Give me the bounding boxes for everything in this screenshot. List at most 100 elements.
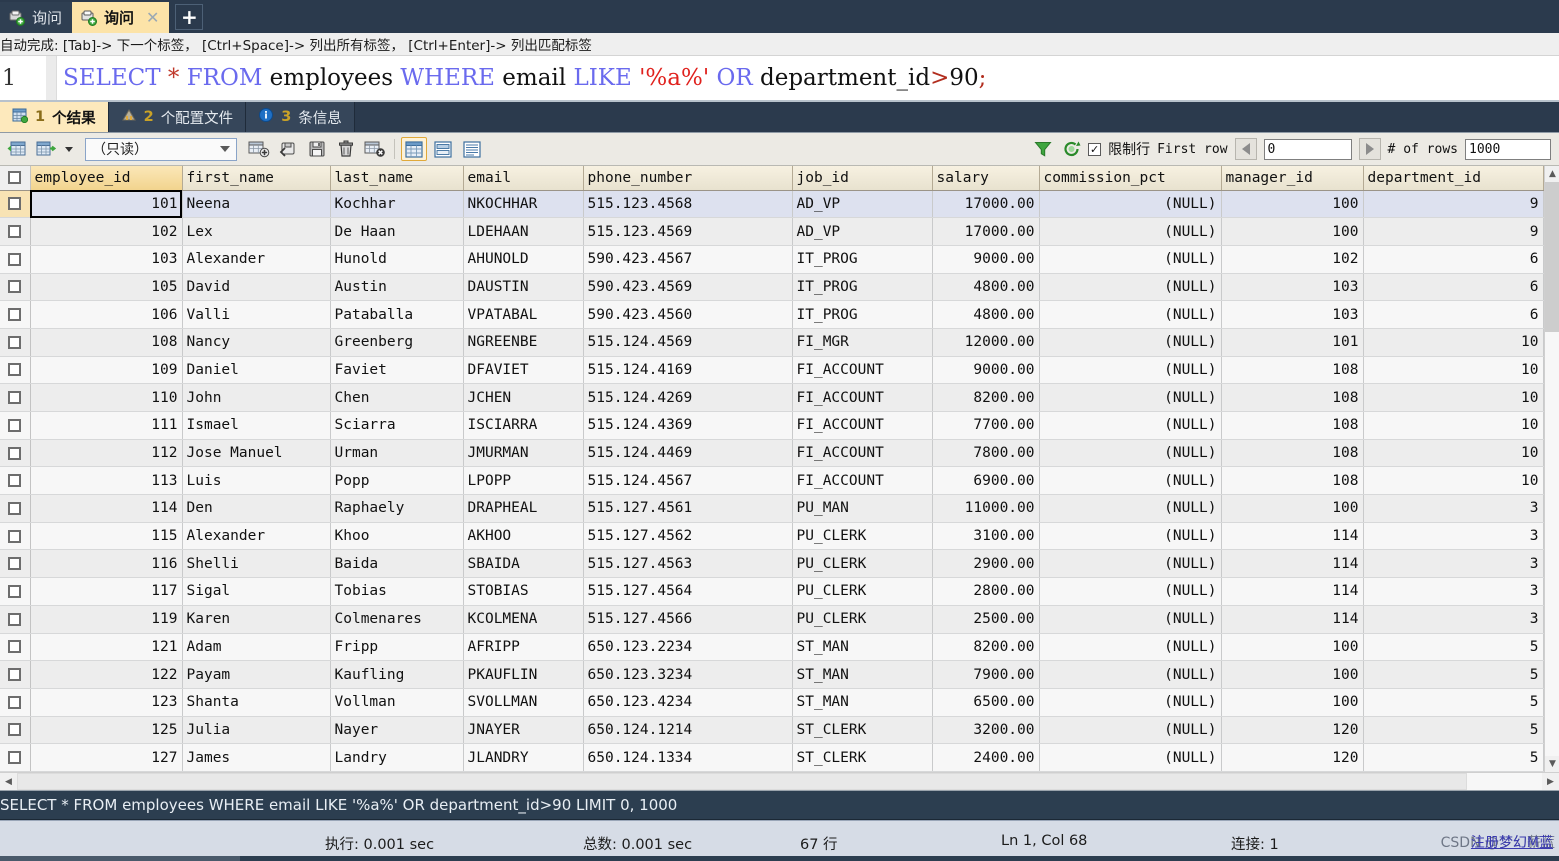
cell-email[interactable]: JLANDRY: [463, 743, 584, 772]
table-row[interactable]: 111 Ismael Sciarra ISCIARRA 515.124.4369 FI_A…: [0, 411, 1544, 440]
cell-commission_pct[interactable]: (NULL): [1039, 273, 1222, 302]
cell-manager_id[interactable]: 100: [1221, 688, 1364, 717]
column-header-department_id[interactable]: department_id: [1363, 166, 1544, 191]
row-select-cell[interactable]: [0, 743, 31, 772]
column-header-job_id[interactable]: job_id: [792, 166, 933, 191]
cell-department_id[interactable]: 6: [1363, 273, 1544, 302]
refresh-icon[interactable]: [1059, 137, 1085, 161]
cell-commission_pct[interactable]: (NULL): [1039, 245, 1222, 274]
row-select-cell[interactable]: [0, 549, 31, 579]
table-row[interactable]: 112 Jose Manuel Urman JMURMAN 515.124.4469 FI…: [0, 439, 1544, 468]
vertical-scrollbar[interactable]: ▲ ▼: [1543, 166, 1559, 772]
cell-first_name[interactable]: Luis: [182, 466, 331, 496]
cell-first_name[interactable]: Valli: [182, 300, 331, 329]
insert-row-icon[interactable]: [246, 137, 272, 161]
cell-job_id[interactable]: ST_MAN: [792, 660, 933, 689]
cell-department_id[interactable]: 5: [1363, 743, 1544, 772]
cell-employee_id[interactable]: 125: [30, 716, 183, 745]
scroll-down-button[interactable]: ▼: [1544, 756, 1559, 772]
cell-employee_id[interactable]: 116: [30, 549, 183, 579]
row-select-cell[interactable]: [0, 716, 31, 745]
cell-commission_pct[interactable]: (NULL): [1039, 439, 1222, 468]
column-header-employee_id[interactable]: employee_id: [30, 166, 183, 191]
cell-last_name[interactable]: Popp: [330, 466, 464, 496]
row-checkbox[interactable]: [8, 252, 22, 266]
column-header-manager_id[interactable]: manager_id: [1221, 166, 1364, 191]
cell-job_id[interactable]: FI_MGR: [792, 328, 933, 357]
cell-first_name[interactable]: Alexander: [182, 522, 331, 551]
cell-department_id[interactable]: 5: [1363, 660, 1544, 689]
scroll-right-button[interactable]: ▶: [1542, 773, 1559, 790]
cell-last_name[interactable]: Landry: [330, 743, 464, 772]
table-row[interactable]: 105 David Austin DAUSTIN 590.423.4569 IT_PROG…: [0, 273, 1544, 302]
discard-icon[interactable]: [362, 137, 388, 161]
cell-first_name[interactable]: Daniel: [182, 356, 331, 385]
grid-icon[interactable]: [4, 137, 30, 161]
chevron-down-icon[interactable]: [62, 137, 76, 161]
cell-job_id[interactable]: PU_MAN: [792, 494, 933, 523]
cell-last_name[interactable]: Sciarra: [330, 411, 464, 440]
cell-first_name[interactable]: Sigal: [182, 577, 331, 606]
cell-employee_id[interactable]: 102: [30, 217, 183, 246]
cell-commission_pct[interactable]: (NULL): [1039, 716, 1222, 745]
cell-commission_pct[interactable]: (NULL): [1039, 328, 1222, 357]
cell-employee_id[interactable]: 114: [30, 494, 183, 523]
row-checkbox[interactable]: [8, 280, 22, 294]
cell-first_name[interactable]: Lex: [182, 217, 331, 246]
cell-commission_pct[interactable]: (NULL): [1039, 356, 1222, 385]
cell-manager_id[interactable]: 120: [1221, 743, 1364, 772]
cell-commission_pct[interactable]: (NULL): [1039, 300, 1222, 329]
cell-department_id[interactable]: 3: [1363, 494, 1544, 523]
rows-count-input[interactable]: 1000: [1465, 138, 1551, 160]
cell-phone_number[interactable]: 650.123.2234: [583, 633, 793, 662]
cell-last_name[interactable]: Vollman: [330, 688, 464, 717]
cell-phone_number[interactable]: 515.124.4569: [583, 328, 793, 357]
table-row[interactable]: 117 Sigal Tobias STOBIAS 515.127.4564 PU_CLER…: [0, 577, 1544, 606]
horizontal-scrollbar[interactable]: ◀ ▶: [0, 772, 1559, 790]
cell-last_name[interactable]: Pataballa: [330, 300, 464, 329]
table-row[interactable]: 113 Luis Popp LPOPP 515.124.4567 FI_ACCOUNT 69…: [0, 466, 1544, 496]
cell-last_name[interactable]: Colmenares: [330, 605, 464, 634]
cell-commission_pct[interactable]: (NULL): [1039, 411, 1222, 440]
cell-last_name[interactable]: Kaufling: [330, 660, 464, 689]
field-view-icon[interactable]: [459, 137, 485, 161]
cell-employee_id[interactable]: 111: [30, 411, 183, 440]
cell-first_name[interactable]: James: [182, 743, 331, 772]
cell-phone_number[interactable]: 515.124.4269: [583, 383, 793, 412]
cell-employee_id[interactable]: 105: [30, 273, 183, 302]
cell-commission_pct[interactable]: (NULL): [1039, 383, 1222, 412]
cell-first_name[interactable]: Alexander: [182, 245, 331, 274]
table-row[interactable]: 116 Shelli Baida SBAIDA 515.127.4563 PU_CLERK…: [0, 549, 1544, 579]
row-checkbox[interactable]: [8, 668, 22, 682]
row-checkbox[interactable]: [8, 529, 22, 543]
cell-department_id[interactable]: 10: [1363, 328, 1544, 357]
table-row[interactable]: 103 Alexander Hunold AHUNOLD 590.423.4567 IT_…: [0, 245, 1544, 274]
row-select-cell[interactable]: [0, 273, 31, 302]
cell-first_name[interactable]: Ismael: [182, 411, 331, 440]
cell-first_name[interactable]: Shanta: [182, 688, 331, 717]
cell-department_id[interactable]: 6: [1363, 245, 1544, 274]
tab-query-1[interactable]: 询问: [0, 2, 73, 33]
row-checkbox[interactable]: [8, 225, 22, 239]
cell-email[interactable]: KCOLMENA: [463, 605, 584, 634]
cell-email[interactable]: JCHEN: [463, 383, 584, 412]
cell-manager_id[interactable]: 102: [1221, 245, 1364, 274]
cell-phone_number[interactable]: 515.123.4568: [583, 190, 793, 219]
cell-job_id[interactable]: FI_ACCOUNT: [792, 466, 933, 496]
cell-manager_id[interactable]: 114: [1221, 577, 1364, 606]
cell-first_name[interactable]: Payam: [182, 660, 331, 689]
cell-department_id[interactable]: 3: [1363, 577, 1544, 606]
cell-employee_id[interactable]: 122: [30, 660, 183, 689]
scroll-left-button[interactable]: ◀: [0, 773, 17, 790]
cell-commission_pct[interactable]: (NULL): [1039, 549, 1222, 579]
row-checkbox[interactable]: [8, 446, 22, 460]
cell-email[interactable]: DAUSTIN: [463, 273, 584, 302]
vertical-scroll-track[interactable]: [1544, 182, 1559, 756]
cell-job_id[interactable]: ST_MAN: [792, 688, 933, 717]
table-row[interactable]: 110 John Chen JCHEN 515.124.4269 FI_ACCOUNT 82…: [0, 383, 1544, 412]
row-checkbox[interactable]: [8, 695, 22, 709]
cell-department_id[interactable]: 6: [1363, 300, 1544, 329]
cell-salary[interactable]: 6900.00: [932, 466, 1040, 496]
row-select-cell[interactable]: [0, 383, 31, 412]
row-select-cell[interactable]: [0, 633, 31, 662]
